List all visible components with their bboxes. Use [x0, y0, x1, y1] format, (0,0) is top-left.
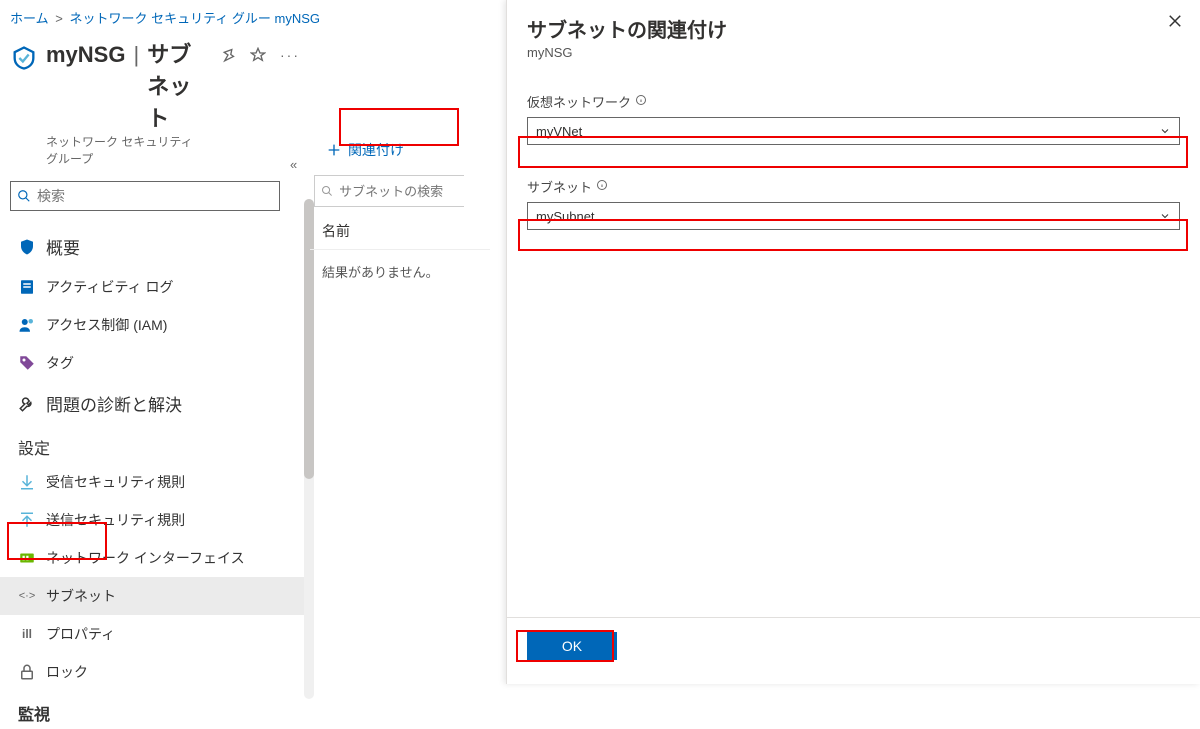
breadcrumb-home[interactable]: ホーム — [10, 11, 49, 26]
breadcrumb-sep: > — [55, 11, 63, 26]
nav-subnets[interactable]: <·> サブネット — [0, 577, 310, 615]
page-title: myNSG | サブネット — [46, 37, 202, 133]
nav-tags[interactable]: タグ — [0, 344, 310, 382]
resource-name: myNSG — [46, 42, 125, 68]
nav-outbound-rules[interactable]: 送信セキュリティ規則 — [0, 501, 310, 539]
vnet-dropdown[interactable]: myVNet — [527, 117, 1180, 145]
inbound-icon — [18, 473, 36, 491]
nav-activity-log[interactable]: アクティビティ ログ — [0, 268, 310, 306]
shield-icon — [18, 238, 36, 256]
nav-search-input[interactable] — [37, 188, 273, 204]
ok-button[interactable]: OK — [527, 632, 617, 660]
plus-icon — [326, 142, 342, 158]
search-icon — [17, 189, 31, 203]
pane-title: サブネットの関連付け — [527, 14, 1180, 43]
wrench-icon — [18, 395, 36, 413]
nav-locks[interactable]: ロック — [0, 653, 310, 691]
nav-section-monitor: 監視 — [0, 691, 310, 729]
tag-icon — [18, 354, 36, 372]
collapse-nav-icon[interactable]: « — [290, 157, 297, 172]
subnet-search[interactable] — [314, 175, 464, 207]
subnet-value: mySubnet — [536, 209, 595, 224]
outbound-icon — [18, 511, 36, 529]
more-icon[interactable]: ··· — [280, 47, 300, 66]
log-icon — [18, 278, 36, 296]
resource-section: サブネット — [147, 37, 202, 133]
nav-overview[interactable]: 概要 — [0, 225, 310, 268]
associate-subnet-pane: サブネットの関連付け myNSG 仮想ネットワーク myVNet サブネット m… — [506, 0, 1200, 684]
star-icon[interactable] — [250, 47, 266, 66]
pin-icon[interactable] — [220, 47, 236, 66]
close-icon[interactable] — [1166, 12, 1184, 33]
vnet-label: 仮想ネットワーク — [527, 92, 1180, 111]
vnet-value: myVNet — [536, 124, 582, 139]
breadcrumb-nsg-list[interactable]: ネットワーク セキュリティ グルー — [69, 11, 270, 26]
nav-inbound-rules[interactable]: 受信セキュリティ規則 — [0, 463, 310, 501]
associate-button[interactable]: 関連付け — [314, 135, 416, 165]
subnet-dropdown[interactable]: mySubnet — [527, 202, 1180, 230]
nav-search[interactable] — [10, 181, 280, 211]
subnet-search-input[interactable] — [339, 184, 458, 199]
chevron-down-icon — [1159, 210, 1171, 222]
pane-subtitle: myNSG — [527, 45, 1180, 60]
info-icon[interactable] — [635, 94, 647, 109]
nic-icon — [18, 549, 36, 567]
lock-icon — [18, 663, 36, 681]
subnet-icon: <·> — [18, 587, 36, 605]
nsg-icon — [10, 43, 38, 73]
subnet-label: サブネット — [527, 177, 1180, 196]
column-name-header: 名前 — [310, 207, 490, 250]
properties-icon: ill — [18, 625, 36, 643]
chevron-down-icon — [1159, 125, 1171, 137]
nav-diagnose[interactable]: 問題の診断と解決 — [0, 382, 310, 425]
info-icon[interactable] — [596, 179, 608, 194]
people-icon — [18, 316, 36, 334]
search-icon — [321, 184, 333, 198]
nav-network-interfaces[interactable]: ネットワーク インターフェイス — [0, 539, 310, 577]
resource-type: ネットワーク セキュリティ グループ — [46, 133, 202, 167]
pane-divider — [507, 617, 1200, 618]
no-results-text: 結果がありません。 — [310, 250, 490, 293]
nav-properties[interactable]: ill プロパティ — [0, 615, 310, 653]
breadcrumb-current[interactable]: myNSG — [275, 11, 321, 26]
nav-section-settings: 設定 — [0, 425, 310, 463]
nav-iam[interactable]: アクセス制御 (IAM) — [0, 306, 310, 344]
